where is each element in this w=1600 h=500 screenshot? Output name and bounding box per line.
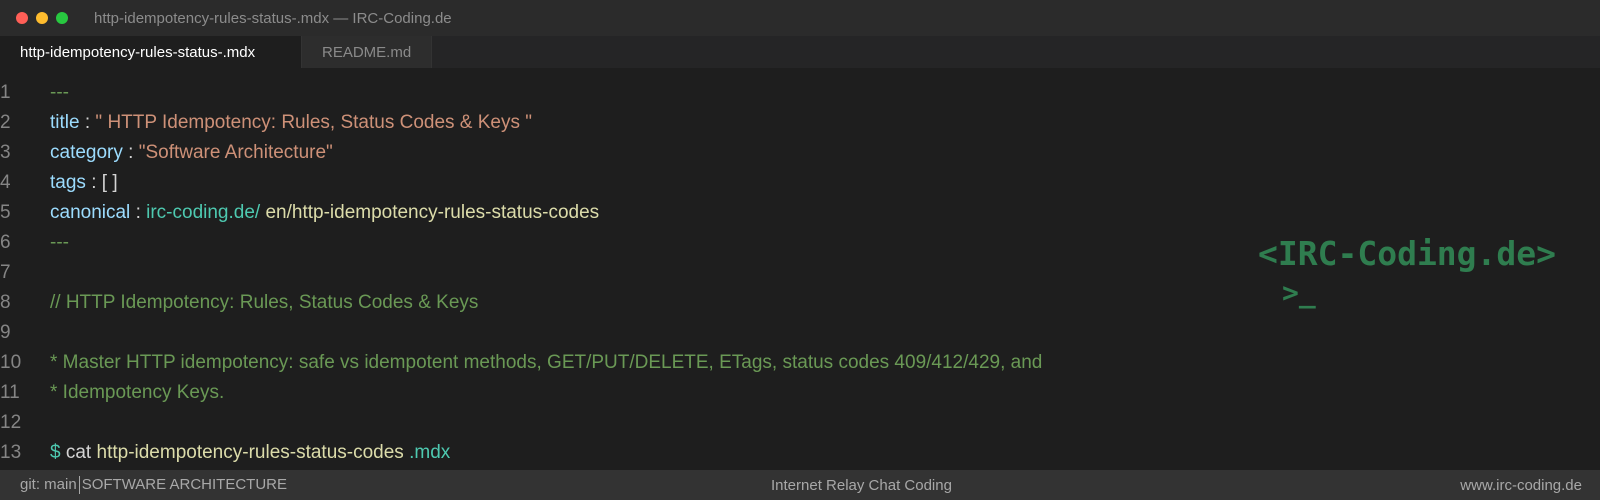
close-window-button[interactable]	[16, 12, 28, 24]
code-line-3: 3 category : "Software Architecture"	[0, 138, 1200, 168]
status-left: git: main SOFTWARE ARCHITECTURE	[20, 475, 287, 495]
code-comment: // HTTP Idempotency: Rules, Status Codes…	[50, 292, 479, 313]
line-number: 3	[0, 142, 11, 163]
code-line-11: 11 * Idempotency Keys.	[0, 378, 1200, 408]
tab-http-idempotency-mdx[interactable]: http-idempotency-rules-status-.mdx	[0, 36, 302, 68]
yaml-key: canonical	[50, 202, 131, 223]
yaml-string: " HTTP Idempotency: Rules, Status Codes …	[95, 112, 533, 133]
shell-command: cat	[65, 442, 92, 463]
status-website-link[interactable]: www.irc-coding.de	[1460, 477, 1582, 494]
line-number: 5	[0, 202, 11, 223]
line-number: 8	[0, 292, 11, 313]
shell-file-extension: .mdx	[409, 442, 451, 463]
yaml-colon: :	[135, 202, 141, 223]
terminal-cursor-icon: >_	[1282, 276, 1316, 309]
status-bar: git: main SOFTWARE ARCHITECTURE Internet …	[0, 470, 1600, 500]
code-content: canonical : irc-coding.de/ en/http-idemp…	[50, 202, 599, 224]
code-line-2: 2 title : " HTTP Idempotency: Rules, Sta…	[0, 108, 1200, 138]
yaml-colon: :	[91, 172, 97, 193]
yaml-array: [ ]	[101, 172, 118, 193]
code-line-9: 9	[0, 318, 1200, 348]
code-line-13: 13 $ cat http-idempotency-rules-status-c…	[0, 438, 1200, 468]
status-category: SOFTWARE ARCHITECTURE	[81, 475, 287, 493]
code-line-4: 4 tags : [ ]	[0, 168, 1200, 198]
line-number: 9	[0, 322, 11, 343]
yaml-string: "Software Architecture"	[138, 142, 333, 163]
yaml-key: title	[50, 112, 80, 133]
editor-window: http-idempotency-rules-status-.mdx — IRC…	[0, 0, 1600, 500]
status-center-text: Internet Relay Chat Coding	[771, 476, 952, 494]
code-comment: * Master HTTP idempotency: safe vs idemp…	[50, 352, 1043, 373]
irc-coding-logo: <IRC-Coding.de>	[1258, 234, 1557, 273]
window-title: http-idempotency-rules-status-.mdx — IRC…	[94, 9, 452, 27]
status-separator	[78, 476, 80, 495]
line-number: 10	[0, 352, 22, 373]
canonical-domain: irc-coding.de/	[146, 202, 261, 223]
canonical-path: en/http-idempotency-rules-status-codes	[265, 202, 600, 223]
yaml-key: tags	[50, 172, 86, 193]
line-number: 7	[0, 262, 11, 283]
line-number: 12	[0, 412, 22, 433]
frontmatter-delimiter: ---	[50, 232, 69, 253]
line-number: 6	[0, 232, 11, 253]
frontmatter-delimiter: ---	[50, 82, 69, 103]
line-number: 2	[0, 112, 11, 133]
code-line-1: 1 ---	[0, 78, 1200, 108]
code-line-6: 6 ---	[0, 228, 1200, 258]
yaml-colon: :	[84, 112, 91, 133]
code-line-5: 5 canonical : irc-coding.de/ en/http-ide…	[0, 198, 1200, 228]
code-line-10: 10 * Master HTTP idempotency: safe vs id…	[0, 348, 1200, 378]
line-number: 13	[0, 442, 22, 463]
line-number: 11	[0, 382, 20, 403]
code-content: category : "Software Architecture"	[50, 142, 333, 164]
line-number: 1	[0, 82, 11, 103]
code-line-7: 7	[0, 258, 1200, 288]
maximize-window-button[interactable]	[56, 12, 68, 24]
code-line-12: 12	[0, 408, 1200, 438]
code-comment: * Idempotency Keys.	[50, 382, 225, 403]
tab-bar: http-idempotency-rules-status-.mdx READM…	[0, 36, 1600, 68]
code-content: $ cat http-idempotency-rules-status-code…	[50, 442, 450, 464]
git-branch[interactable]: git: main	[20, 476, 77, 493]
code-content: title : " HTTP Idempotency: Rules, Statu…	[50, 112, 532, 134]
minimize-window-button[interactable]	[36, 12, 48, 24]
window-controls	[16, 12, 68, 24]
shell-prompt: $	[50, 442, 61, 463]
yaml-colon: :	[128, 142, 134, 163]
yaml-key: category	[50, 142, 123, 163]
tab-readme-md[interactable]: README.md	[302, 36, 432, 68]
title-bar: http-idempotency-rules-status-.mdx — IRC…	[0, 0, 1600, 36]
shell-filename: http-idempotency-rules-status-codes	[96, 442, 404, 463]
code-content: tags : [ ]	[50, 172, 118, 194]
code-line-8: 8 // HTTP Idempotency: Rules, Status Cod…	[0, 288, 1200, 318]
line-number: 4	[0, 172, 11, 193]
